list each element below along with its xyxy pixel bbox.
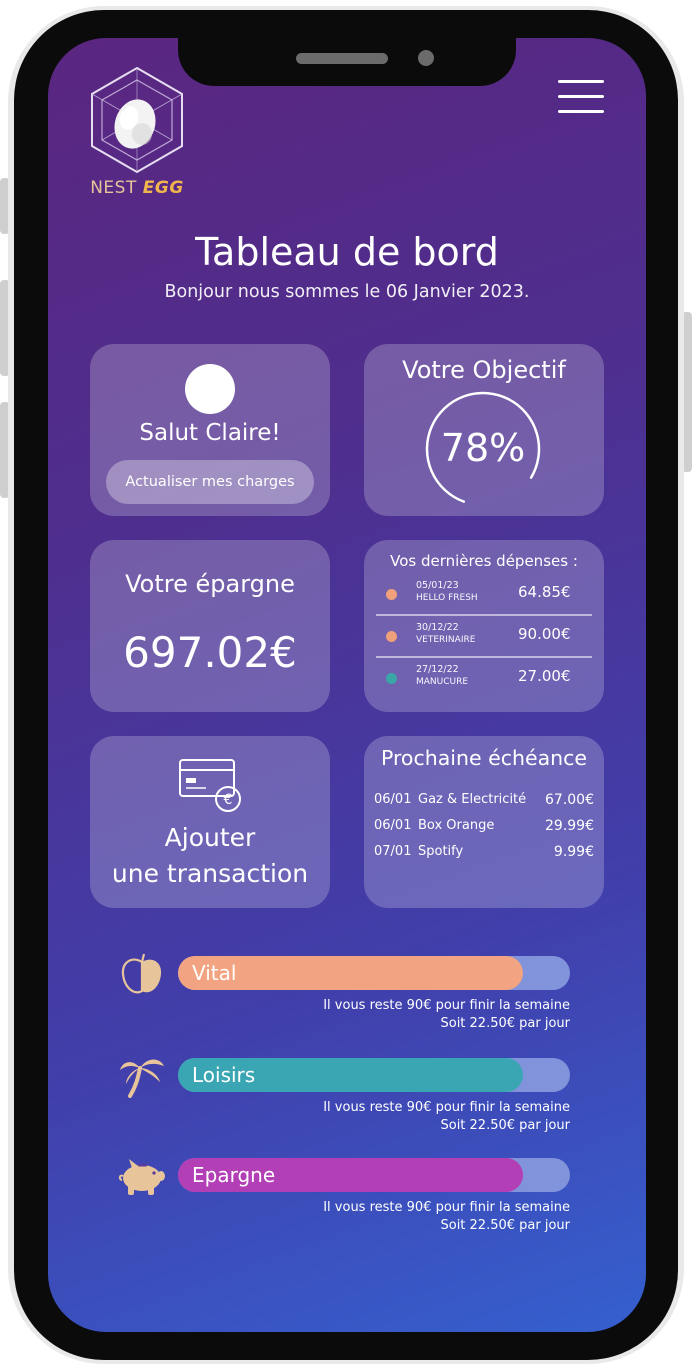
notch	[178, 38, 516, 86]
due-name: Box Orange	[418, 818, 495, 833]
due-row: 06/01 Gaz & Electricité 67.00€	[374, 792, 594, 812]
budget-loisirs[interactable]: Loisirs Il vous reste 90€ pour finir la …	[118, 1054, 578, 1144]
budget-label: Loisirs	[192, 1063, 256, 1087]
expense-date: 30/12/22	[416, 622, 459, 633]
expense-name: HELLO FRESH	[416, 593, 478, 603]
add-label-line1: Ajouter	[164, 823, 256, 852]
goal-heading: Votre Objectif	[402, 356, 566, 384]
expense-date: 27/12/22	[416, 664, 459, 675]
expense-row[interactable]: 27/12/22 MANUCURE 27.00€	[364, 660, 604, 700]
due-date: 06/01	[374, 792, 412, 807]
expense-amount: 27.00€	[518, 667, 571, 685]
expenses-heading: Vos dernières dépenses :	[390, 552, 578, 570]
due-amount: 9.99€	[553, 844, 594, 860]
expense-date: 05/01/23	[416, 580, 459, 591]
logo-word-egg: EGG	[142, 178, 184, 198]
expense-row[interactable]: 30/12/22 VETERINAIRE 90.00€	[364, 618, 604, 658]
hamburger-menu-icon[interactable]	[558, 80, 604, 114]
goal-percent: 78%	[440, 426, 526, 470]
savings-heading: Votre épargne	[125, 570, 295, 598]
expense-amount: 90.00€	[518, 625, 571, 643]
budget-remaining-text: Il vous reste 90€ pour finir la semaine	[323, 1100, 570, 1115]
goal-card[interactable]: Votre Objectif 78%	[364, 344, 604, 516]
latest-expenses-card[interactable]: Vos dernières dépenses : 05/01/23 HELLO …	[364, 540, 604, 712]
budget-remaining-text: Il vous reste 90€ pour finir la semaine	[323, 998, 570, 1013]
due-name: Spotify	[418, 844, 464, 859]
front-camera	[418, 50, 434, 66]
refresh-charges-button[interactable]: Actualiser mes charges	[106, 460, 314, 504]
budget-remaining-text: Il vous reste 90€ pour finir la semaine	[323, 1200, 570, 1215]
add-transaction-label: Ajouter une transaction	[90, 820, 330, 892]
budget-daily-text: Soit 22.50€ par jour	[440, 1118, 570, 1133]
svg-text:€: €	[224, 792, 233, 808]
speaker	[296, 53, 388, 64]
budget-label: Vital	[192, 961, 237, 985]
nest-egg-logo[interactable]: NEST EGG	[82, 64, 192, 204]
avatar[interactable]	[185, 364, 235, 414]
card-euro-icon: €	[179, 759, 241, 812]
profile-card: Salut Claire! Actualiser mes charges	[90, 344, 330, 516]
budget-vital[interactable]: Vital Il vous reste 90€ pour finir la se…	[118, 952, 578, 1042]
budget-track: Loisirs	[178, 1058, 570, 1092]
category-dot	[386, 631, 397, 642]
divider	[376, 656, 592, 658]
budget-daily-text: Soit 22.50€ par jour	[440, 1016, 570, 1031]
logo-text: NEST EGG	[82, 178, 192, 198]
due-amount: 67.00€	[545, 792, 594, 808]
app-screen: NEST EGG Tableau de bord Bonjour nous so…	[48, 38, 646, 1332]
budget-epargne[interactable]: Epargne Il vous reste 90€ pour finir la …	[118, 1154, 578, 1244]
savings-amount: 697.02€	[123, 628, 297, 677]
hexagon-egg-icon	[91, 66, 183, 174]
page-title: Tableau de bord	[195, 230, 499, 274]
expense-name: VETERINAIRE	[416, 635, 476, 645]
goal-gauge: 78%	[424, 390, 542, 508]
logo-word-nest: NEST	[90, 178, 137, 198]
piggy-bank-icon	[118, 1159, 165, 1195]
category-dot	[386, 673, 397, 684]
expense-row[interactable]: 05/01/23 HELLO FRESH 64.85€	[364, 576, 604, 616]
due-amount: 29.99€	[545, 818, 594, 834]
budget-track: Epargne	[178, 1158, 570, 1192]
divider	[376, 614, 592, 616]
due-row: 06/01 Box Orange 29.99€	[374, 818, 594, 838]
due-heading: Prochaine échéance	[380, 746, 588, 770]
budget-track: Vital	[178, 956, 570, 990]
savings-card[interactable]: Votre épargne 697.02€	[90, 540, 330, 712]
next-due-card[interactable]: Prochaine échéance 06/01 Gaz & Electrici…	[364, 736, 604, 908]
add-label-line2: une transaction	[111, 859, 309, 888]
due-row: 07/01 Spotify 9.99€	[374, 844, 594, 864]
expense-amount: 64.85€	[518, 583, 571, 601]
expense-name: MANUCURE	[416, 677, 469, 687]
page-subtitle: Bonjour nous sommes le 06 Janvier 2023.	[164, 282, 530, 302]
category-dot	[386, 589, 397, 600]
apple-icon	[121, 953, 162, 994]
due-name: Gaz & Electricité	[418, 792, 527, 807]
budget-label: Epargne	[192, 1163, 276, 1187]
palm-tree-icon	[120, 1059, 164, 1098]
due-date: 06/01	[374, 818, 412, 833]
budget-daily-text: Soit 22.50€ par jour	[440, 1218, 570, 1233]
add-transaction-card[interactable]: € Ajouter une transaction	[90, 736, 330, 908]
due-date: 07/01	[374, 844, 412, 859]
greeting-text: Salut Claire!	[139, 420, 281, 446]
